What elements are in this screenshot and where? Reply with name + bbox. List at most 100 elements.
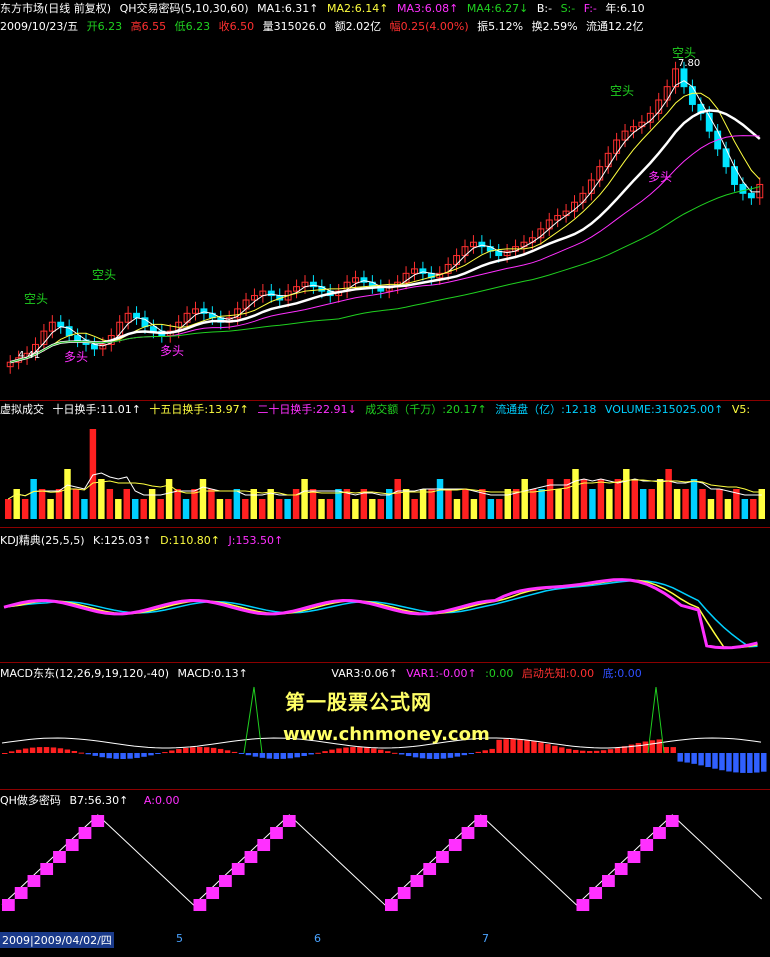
qh-block [2,899,15,911]
candle-body [57,321,65,328]
volume-bar [148,489,156,519]
volume-bar [699,489,706,519]
macd-bar [398,753,405,755]
macd-bar [385,751,391,753]
macd-bar [454,753,461,757]
qh-block [410,875,424,887]
macd-bar [719,753,725,771]
macd-bar [155,753,161,754]
kdj-chart [3,578,758,650]
volume-bar [614,479,622,519]
candle-body [680,68,688,88]
qh-block [53,851,66,863]
macd-bar [579,750,586,753]
volume-bar [462,489,469,519]
volume-bar [174,489,181,519]
macd-bar [677,753,683,762]
macd-bar [559,747,565,753]
macd-bar [364,747,370,753]
volume-bar [30,479,37,519]
kdj-panel[interactable]: KDJ精典(25,5,5) K:125.03↑ D:110.80↑ J:153.… [0,528,770,662]
volume-bar [5,499,12,519]
macd-bar [593,750,600,753]
macd-bar [552,745,558,753]
volume-bar [606,489,613,519]
macd-bar [190,747,196,753]
macd-bar [64,749,71,753]
x-axis[interactable]: 2009|2009/04/02/四 5 6 7 [0,930,770,957]
macd-bar [649,740,656,753]
macd-bar [22,748,29,753]
ma1-line [10,80,760,363]
macd-bar [99,753,105,758]
watermark-url[interactable]: www.chnmoney.com [283,724,490,745]
volume-bar [106,489,114,519]
volume-panel[interactable]: 虚拟成交 十日换手:11.01↑ 十五日换手:13.97↑ 二十日换手:22.9… [0,401,770,525]
price-panel[interactable]: 东方市场(日线 前复权) QH交易密码(5,10,30,60) MA1:6.31… [0,0,770,392]
macd-bar [670,747,676,753]
macd-bar [43,747,50,753]
x-axis-date: 2009|2009/04/02/四 [0,932,114,948]
qh-block [397,887,411,899]
macd-bar [71,750,78,753]
volume-bar [487,499,495,519]
volume-bar [21,499,29,519]
volume-bar [750,499,757,519]
macd-bar [482,750,488,753]
candle-body [722,148,730,168]
macd-bar [545,744,551,753]
volume-bar [640,489,647,519]
macd-bar [266,753,273,759]
candle-body [149,326,157,332]
macd-bar [747,753,753,773]
volume-bar [521,479,528,519]
volume-bar [529,489,537,519]
qh-panel[interactable]: QH做多密码 B7:56.30↑ A:0.00 [0,790,770,930]
macd-bar [461,753,468,756]
kong-label-1: 空头 [24,292,49,306]
macd-bar [712,753,718,769]
kong-label-2: 空头 [92,268,117,282]
volume-bar [402,489,410,519]
x-axis-tick-7: 7 [482,932,489,945]
macd-bar [141,753,147,757]
qh-block [14,887,28,899]
volume-bar [98,479,105,519]
macd-bar [315,752,321,754]
volume-bar [284,499,291,519]
macd-bar [329,749,335,753]
volume-bar [182,499,190,519]
macd-bar [273,753,280,759]
macd-bar [754,753,760,773]
macd-bar [176,749,182,753]
volume-bar [72,489,80,519]
volume-bar [656,479,664,519]
qh-block [448,839,462,851]
macd-bar [294,753,300,758]
volume-bar [665,469,672,519]
volume-bar [377,499,384,519]
qh-block [576,899,590,911]
qh-block [244,851,258,863]
macd-bar [635,742,642,753]
macd-bar [524,739,530,753]
volume-bar [242,499,249,519]
duo-label-1: 多头 [64,350,89,364]
volume-bar [394,479,401,519]
candle-body [739,183,747,194]
macd-bar [2,753,8,754]
macd-bar [280,753,287,759]
macd-bar [217,748,224,753]
volume-bar [589,489,596,519]
macd-bar [440,753,447,759]
qh-block [219,875,232,887]
candle-body [747,192,755,199]
volume-bar [47,499,54,519]
macd-bar [231,751,238,753]
macd-bar [503,739,509,753]
volume-bar [259,499,266,519]
macd-bar [642,741,649,753]
macd-bar [447,753,454,758]
volume-bar [496,499,503,519]
qh-block [231,863,245,875]
